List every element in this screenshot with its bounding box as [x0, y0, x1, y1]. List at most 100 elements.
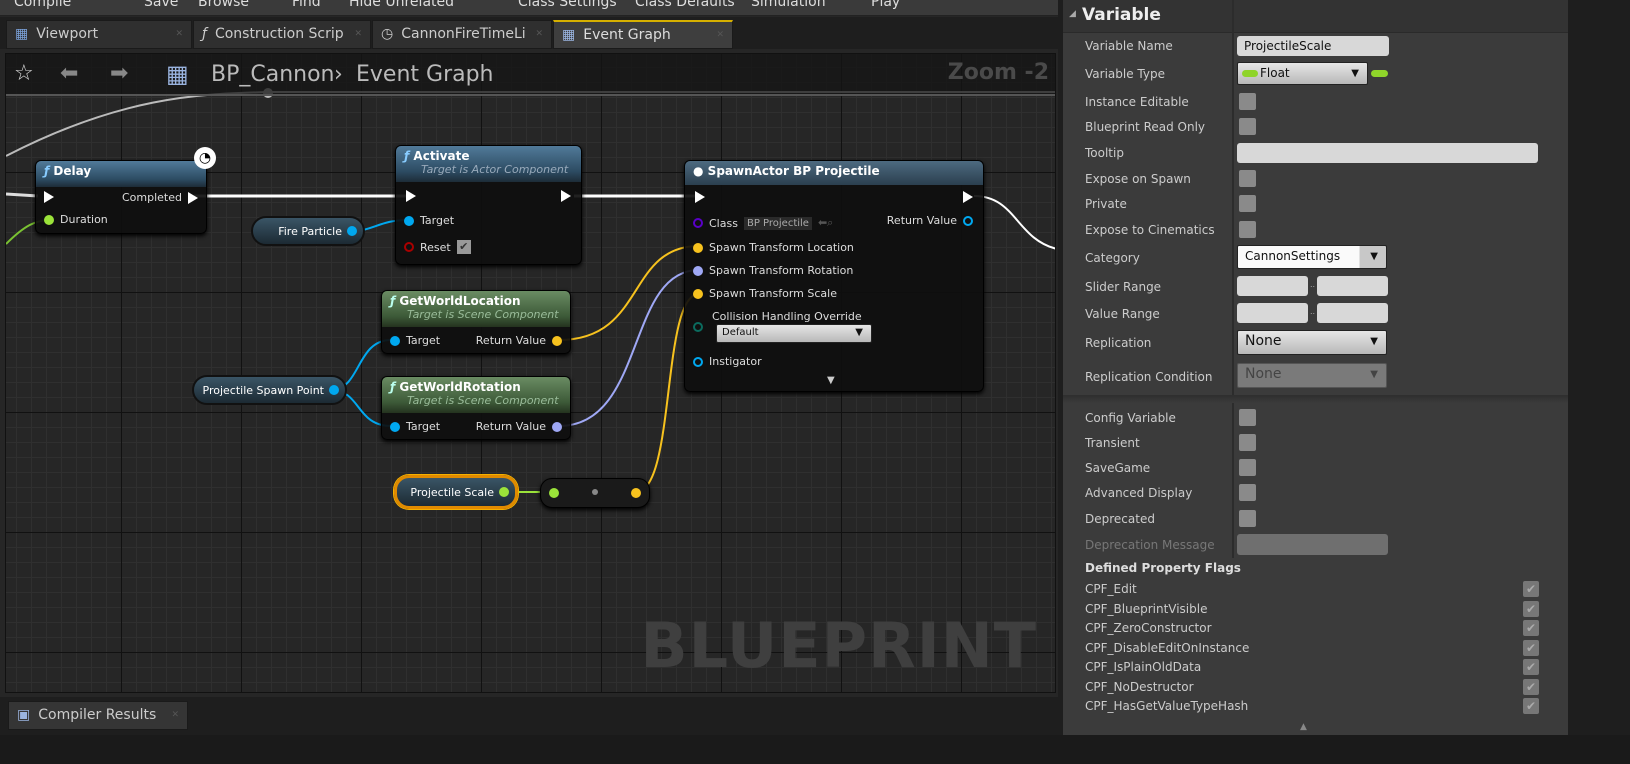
output-pin[interactable]	[631, 488, 641, 498]
close-icon[interactable]: ✕	[171, 710, 179, 720]
value-range-min-input[interactable]	[1237, 303, 1308, 323]
variable-projectile-spawn-point[interactable]: Projectile Spawn Point	[192, 375, 347, 405]
variable-type-dropdown[interactable]: Float ▼	[1237, 62, 1368, 85]
spawn-location-pin[interactable]: Spawn Transform Location	[693, 241, 854, 254]
target-pin[interactable]: Target	[404, 214, 454, 227]
target-pin[interactable]: Target	[390, 334, 440, 347]
target-pin[interactable]: Target	[390, 420, 440, 433]
bottom-tab-bar: ▣ Compiler Results ✕	[0, 697, 1058, 735]
breadcrumb-blueprint[interactable]: BP_Cannon	[211, 62, 335, 87]
blueprint-read-only-checkbox[interactable]	[1239, 118, 1256, 135]
exec-in-pin[interactable]	[695, 191, 705, 203]
save-button[interactable]: Save	[144, 0, 178, 10]
label-advanced-display: Advanced Display	[1085, 486, 1193, 500]
flag-label: CPF_DisableEditOnInstance	[1085, 640, 1250, 655]
class-pin[interactable]: Class BP Projectile ⬅⌕	[693, 216, 833, 230]
slider-range-max-input[interactable]	[1317, 276, 1388, 296]
spawn-rotation-pin[interactable]: Spawn Transform Rotation	[693, 264, 853, 277]
flag-checkbox: ✔	[1523, 581, 1539, 597]
label-deprecated: Deprecated	[1085, 512, 1155, 526]
node-header: ƒ Activate Target is Actor Component	[396, 146, 581, 182]
class-dropdown[interactable]: BP Projectile	[743, 216, 812, 230]
tab-cannon-fire-timeline[interactable]: ◷ CannonFireTimeLi ✕	[372, 20, 552, 49]
return-value-pin[interactable]: Return Value	[476, 334, 562, 347]
close-icon[interactable]: ✕	[716, 30, 724, 40]
savegame-checkbox[interactable]	[1239, 459, 1256, 476]
replication-dropdown[interactable]: None ▼	[1237, 330, 1387, 355]
simulation-button[interactable]: Simulation	[751, 0, 826, 10]
close-icon[interactable]: ✕	[175, 29, 183, 39]
class-defaults-button[interactable]: Class Defaults	[635, 0, 735, 10]
input-pin[interactable]	[549, 488, 559, 498]
node-delay[interactable]: ƒ Delay ◔ Completed Duration	[35, 147, 216, 234]
advanced-display-checkbox[interactable]	[1239, 484, 1256, 501]
breadcrumb-graph[interactable]: Event Graph	[356, 62, 494, 87]
spawn-scale-pin[interactable]: Spawn Transform Scale	[693, 287, 837, 300]
label-variable-name: Variable Name	[1085, 39, 1173, 53]
details-panel: ◢ Variable Variable Name ProjectileScale…	[1063, 0, 1568, 735]
instigator-pin[interactable]: Instigator	[693, 355, 762, 368]
deprecated-checkbox[interactable]	[1239, 510, 1256, 527]
browse-arrow-icon[interactable]: ⬅⌕	[818, 216, 833, 230]
spawn-bomb-icon: ●	[693, 164, 704, 178]
hide-unrelated-button[interactable]: Hide Unrelated	[349, 0, 454, 10]
flag-label: CPF_IsPlainOldData	[1085, 660, 1202, 674]
reset-checkbox[interactable]: ✔	[456, 240, 471, 254]
exec-in-pin[interactable]	[406, 190, 416, 202]
find-button[interactable]: Find	[292, 0, 321, 10]
class-settings-button[interactable]: Class Settings	[518, 0, 617, 10]
collapse-triangle-icon[interactable]: ◢	[1069, 9, 1076, 19]
private-checkbox[interactable]	[1239, 195, 1256, 212]
play-button[interactable]: Play	[871, 0, 900, 10]
tab-construction-script[interactable]: ƒ Construction Scrip ✕	[193, 20, 371, 49]
node-float-to-vector-conversion[interactable]	[540, 478, 650, 508]
event-graph-canvas[interactable]: ☆ ⬅ ➡ ▦ BP_Cannon › Event Graph Zoom -2 …	[5, 53, 1056, 693]
panel-splitter[interactable]	[1058, 0, 1063, 735]
dropdown-value: Default	[722, 327, 759, 338]
return-value-pin[interactable]: Return Value	[887, 214, 973, 227]
tab-event-graph[interactable]: ▦ Event Graph ✕	[553, 20, 733, 49]
close-icon[interactable]: ✕	[535, 29, 543, 39]
tooltip-input[interactable]	[1237, 143, 1538, 163]
collision-pin[interactable]	[693, 322, 703, 332]
transient-checkbox[interactable]	[1239, 434, 1256, 451]
variable-name-input[interactable]: ProjectileScale	[1237, 36, 1389, 56]
compile-button[interactable]: Compile	[14, 0, 71, 10]
duration-pin[interactable]: Duration	[44, 213, 108, 226]
back-arrow-icon[interactable]: ⬅	[60, 61, 78, 86]
value-range-max-input[interactable]	[1317, 303, 1388, 323]
expose-to-cinematics-checkbox[interactable]	[1239, 221, 1256, 238]
scroll-up-grip-icon[interactable]: ▲	[1300, 722, 1307, 732]
exec-in-pin[interactable]	[44, 191, 54, 203]
expand-arrow-icon[interactable]: ▼	[827, 375, 835, 386]
close-icon[interactable]: ✕	[354, 29, 362, 39]
return-value-pin[interactable]: Return Value	[476, 420, 562, 433]
reset-pin[interactable]: Reset ✔	[404, 240, 471, 254]
variable-fire-particle[interactable]: Fire Particle	[251, 216, 365, 246]
variable-projectile-scale[interactable]: Projectile Scale	[394, 475, 518, 509]
node-get-world-rotation[interactable]: ƒ GetWorldRotation Target is Scene Compon…	[381, 376, 571, 440]
tab-viewport[interactable]: ▦ Viewport ✕	[6, 20, 192, 49]
completed-pin[interactable]: Completed	[122, 191, 198, 204]
collision-dropdown[interactable]: Default ▼	[716, 324, 872, 343]
section-header-variable[interactable]: ◢ Variable	[1063, 0, 1568, 33]
config-variable-checkbox[interactable]	[1239, 409, 1256, 426]
pin-label: Spawn Transform Rotation	[709, 264, 854, 277]
column-divider[interactable]	[1232, 0, 1234, 395]
category-combo[interactable]: CannonSettings ▼	[1237, 245, 1387, 269]
forward-arrow-icon[interactable]: ➡	[110, 61, 128, 86]
node-spawn-actor[interactable]: ● SpawnActor BP Projectile Class BP Proje…	[684, 160, 984, 392]
slider-range-min-input[interactable]	[1237, 276, 1308, 296]
instance-editable-checkbox[interactable]	[1239, 93, 1256, 110]
node-activate[interactable]: ƒ Activate Target is Actor Component Targ…	[395, 145, 582, 265]
browse-button[interactable]: Browse	[198, 0, 249, 10]
tab-compiler-results[interactable]: ▣ Compiler Results ✕	[8, 701, 188, 730]
dropdown-value: None	[1245, 333, 1282, 349]
expose-on-spawn-checkbox[interactable]	[1239, 170, 1256, 187]
exec-out-pin[interactable]	[963, 191, 973, 203]
node-get-world-location[interactable]: ƒ GetWorldLocation Target is Scene Compon…	[381, 290, 571, 354]
container-type-icon[interactable]	[1371, 70, 1388, 77]
favorite-star-icon[interactable]: ☆	[14, 61, 34, 86]
pin-label: Reset	[420, 240, 451, 254]
exec-out-pin[interactable]	[561, 190, 571, 202]
